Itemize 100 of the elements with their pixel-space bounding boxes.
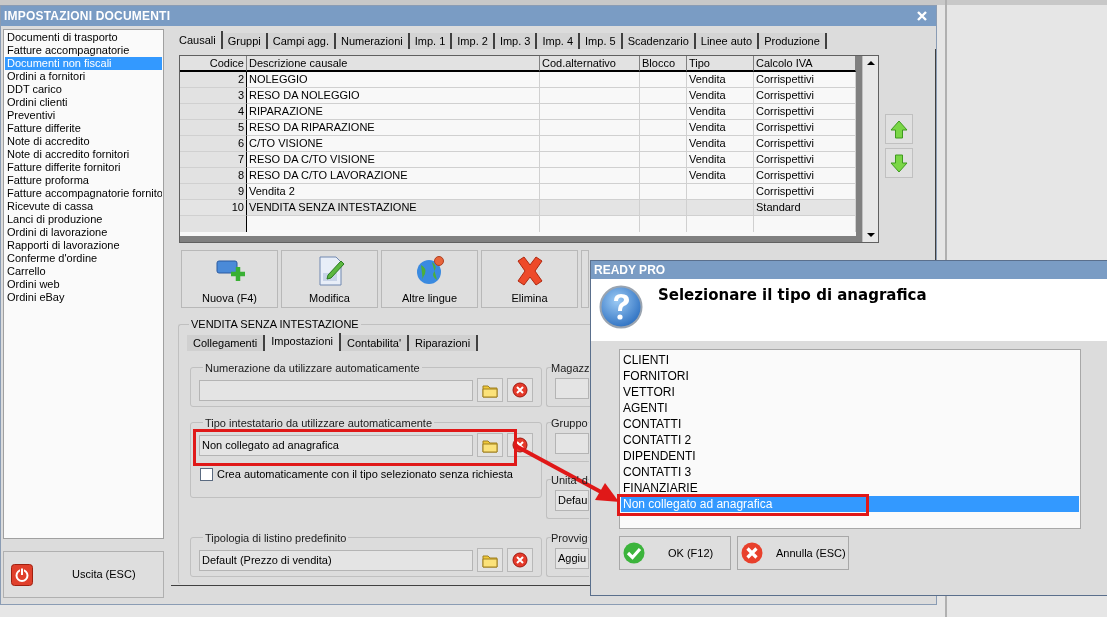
checkbox[interactable] [200, 467, 213, 481]
move-down-button[interactable] [885, 148, 913, 178]
table-cell [180, 216, 247, 232]
toolbar-button[interactable]: Modifica [281, 250, 378, 308]
clear-button[interactable] [507, 548, 533, 572]
sidebar-item[interactable]: Fatture differite fornitori [5, 161, 162, 174]
tab[interactable]: Imp. 5 [580, 33, 623, 49]
column-header[interactable]: Calcolo IVA [754, 56, 856, 72]
folder-button[interactable] [477, 378, 503, 402]
sidebar-item[interactable]: Fatture accompagnatorie [5, 44, 162, 57]
input-field[interactable] [555, 378, 589, 399]
table-cell [640, 184, 687, 200]
input-field[interactable]: Defau [555, 490, 589, 511]
ok-button[interactable]: OK (F12) [619, 536, 731, 570]
group-title: Numerazione da utilizzare automaticamente [204, 360, 421, 376]
folder-button[interactable] [477, 548, 503, 572]
tab[interactable]: Imp. 4 [537, 33, 581, 49]
sidebar-item[interactable]: Conferme d'ordine [5, 252, 162, 265]
sidebar-item[interactable]: Note di accredito [5, 135, 162, 148]
table-cell: NOLEGGIO [247, 72, 540, 88]
table-cell [687, 200, 754, 216]
cancel-button[interactable]: Annulla (ESC) [737, 536, 849, 570]
toolbar-button[interactable] [581, 250, 589, 308]
folder-button[interactable] [477, 433, 503, 457]
tab[interactable]: Linee auto [695, 33, 760, 49]
sidebar-item[interactable]: Preventivi [5, 109, 162, 122]
input-field[interactable] [555, 433, 589, 454]
input-field[interactable]: Non collegato ad anagrafica [199, 434, 473, 456]
list-item[interactable]: AGENTI [621, 400, 1079, 416]
tab[interactable]: Contabilita' [340, 334, 410, 351]
list-item[interactable]: CLIENTI [621, 352, 1079, 368]
sidebar-item[interactable]: Fatture proforma [5, 174, 162, 187]
input-field[interactable]: Aggiu [555, 548, 589, 569]
tab[interactable]: Riparazioni [409, 334, 479, 351]
list-item[interactable]: CONTATTI 2 [621, 432, 1079, 448]
table-cell: RESO DA NOLEGGIO [247, 88, 540, 104]
tab[interactable]: Imp. 2 [452, 33, 495, 49]
table-cell: 2 [180, 72, 247, 88]
table-cell: Corrispettivi [754, 88, 856, 104]
table-cell: Corrispettivi [754, 120, 856, 136]
list-item[interactable]: FORNITORI [621, 368, 1079, 384]
scrollbar[interactable] [862, 56, 878, 242]
group-title: Magazz [551, 360, 590, 376]
tab[interactable]: Collegamenti [187, 334, 266, 351]
sidebar-item[interactable]: Carrello [5, 265, 162, 278]
close-button[interactable] [916, 10, 928, 22]
table-cell: Vendita [687, 72, 754, 88]
table-cell: Corrispettivi [754, 152, 856, 168]
table-cell: Vendita [687, 136, 754, 152]
table-cell: Corrispettivi [754, 104, 856, 120]
move-up-button[interactable] [885, 114, 913, 144]
list-item[interactable]: CONTATTI 3 [621, 464, 1079, 480]
column-header[interactable]: Cod.alternativo [540, 56, 640, 72]
column-header[interactable]: Descrizione causale [247, 56, 540, 72]
list-item[interactable]: VETTORI [621, 384, 1079, 400]
power-icon [11, 563, 33, 586]
column-header[interactable]: Codice [180, 56, 247, 72]
tab[interactable]: Scadenzario [622, 33, 696, 49]
table-cell [640, 168, 687, 184]
toolbar-button[interactable]: Altre lingue [381, 250, 478, 308]
table-cell [640, 152, 687, 168]
sidebar-item[interactable]: Ricevute di cassa [5, 200, 162, 213]
table-cell: Corrispettivi [754, 168, 856, 184]
sidebar-item[interactable]: Ordini web [5, 278, 162, 291]
list-item[interactable]: DIPENDENTI [621, 448, 1079, 464]
table-cell: Vendita [687, 120, 754, 136]
clear-button[interactable] [507, 378, 533, 402]
list-item[interactable]: FINANZIARIE [621, 480, 1079, 496]
table-cell: C/TO VISIONE [247, 136, 540, 152]
tab[interactable]: Gruppi [222, 33, 268, 49]
toolbar-button[interactable]: Elimina [481, 250, 578, 308]
close-icon [917, 11, 927, 21]
sidebar-item[interactable]: Ordini eBay [5, 291, 162, 304]
table-cell: Corrispettivi [754, 72, 856, 88]
column-header[interactable]: Blocco [640, 56, 687, 72]
clear-icon [512, 552, 528, 568]
sidebar-item[interactable]: Ordini clienti [5, 96, 162, 109]
list-item[interactable]: CONTATTI [621, 416, 1079, 432]
sidebar-item[interactable]: Documenti di trasporto [5, 31, 162, 44]
tab[interactable]: Imp. 3 [494, 33, 538, 49]
column-header[interactable]: Tipo [687, 56, 754, 72]
sidebar-item[interactable]: Lanci di produzione [5, 213, 162, 226]
tab[interactable]: Produzione [759, 33, 827, 49]
toolbar-button[interactable]: Nuova (F4) [181, 250, 278, 308]
sidebar-item[interactable]: DDT carico [5, 83, 162, 96]
input-field[interactable]: Default (Prezzo di vendita) [199, 549, 473, 571]
sidebar-item[interactable]: Fatture accompagnatorie fornito [5, 187, 162, 200]
table-cell: 4 [180, 104, 247, 120]
tab[interactable]: Campi agg. [267, 33, 336, 49]
input-field[interactable] [199, 379, 473, 401]
sidebar-item[interactable]: Note di accredito fornitori [5, 148, 162, 161]
tab[interactable]: Numerazioni [336, 33, 410, 49]
table-cell: Corrispettivi [754, 136, 856, 152]
sidebar-item[interactable]: Ordini di lavorazione [5, 226, 162, 239]
exit-button[interactable]: Uscita (ESC) [3, 551, 164, 598]
sidebar-item[interactable]: Rapporti di lavorazione [5, 239, 162, 252]
tab[interactable]: Imp. 1 [409, 33, 453, 49]
sidebar-item[interactable]: Ordini a fornitori [5, 70, 162, 83]
table-cell [640, 200, 687, 216]
sidebar-item[interactable]: Fatture differite [5, 122, 162, 135]
